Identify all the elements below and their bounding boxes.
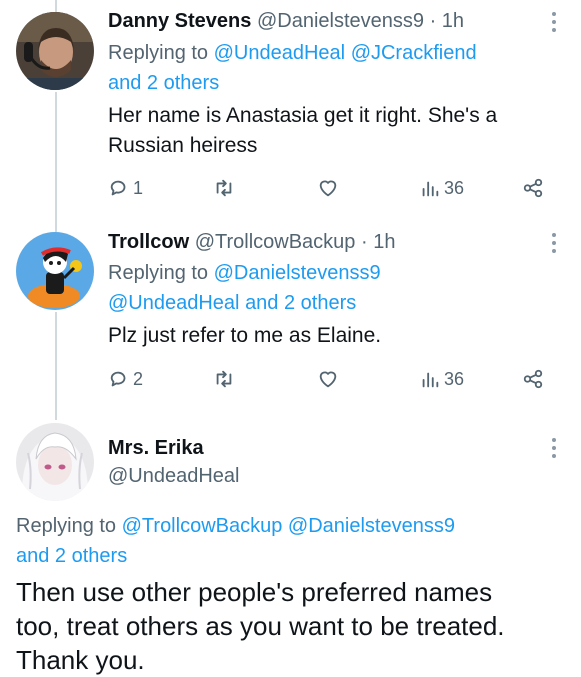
- replying-to: Replying to @TrollcowBackup @Danielsteve…: [16, 511, 566, 571]
- views-icon: [422, 181, 439, 197]
- like-icon: [319, 371, 337, 388]
- mention-link[interactable]: @Danielstevenss9: [288, 515, 455, 537]
- reply-button[interactable]: 2: [108, 365, 143, 393]
- tweet-text-line: Thank you.: [16, 645, 145, 675]
- like-button[interactable]: [316, 365, 340, 393]
- avatar[interactable]: [16, 232, 94, 310]
- replying-to-label: Replying to: [16, 515, 122, 537]
- mention-link[interactable]: @Danielstevenss9: [214, 262, 381, 284]
- mention-link[interactable]: @TrollcowBackup: [122, 515, 283, 537]
- retweet-icon: [216, 370, 232, 388]
- reply-count: 2: [133, 368, 144, 389]
- display-name[interactable]: Trollcow: [108, 231, 189, 253]
- share-icon: [523, 178, 543, 198]
- timestamp[interactable]: · 1h: [424, 10, 464, 32]
- replying-to-label: Replying to: [108, 42, 214, 64]
- mention-link[interactable]: @JCrackfiend: [351, 42, 477, 64]
- tweet-text: Then use other people's preferred names …: [16, 575, 576, 677]
- replying-to-label: Replying to: [108, 262, 214, 284]
- share-button[interactable]: [521, 365, 545, 393]
- avatar[interactable]: [16, 423, 94, 501]
- thread-line: [55, 0, 57, 12]
- reply-count: 1: [133, 177, 144, 198]
- tweet-header: Danny Stevens @Danielstevenss9 · 1h: [108, 8, 464, 34]
- tweet-actions: 2 36: [108, 365, 548, 393]
- retweet-button[interactable]: [212, 174, 236, 202]
- like-button[interactable]: [316, 174, 340, 202]
- share-icon: [523, 369, 543, 389]
- reply-icon: [110, 371, 126, 387]
- avatar[interactable]: [16, 12, 94, 90]
- avatar-image: [16, 12, 94, 90]
- reply-icon: [110, 180, 126, 196]
- tweet-text-line: Plz just refer to me as Elaine.: [108, 324, 382, 347]
- timestamp[interactable]: · 1h: [355, 231, 395, 253]
- tweet-text-line: Then use other people's preferred names: [16, 577, 493, 607]
- user-handle[interactable]: @UndeadHeal: [108, 462, 240, 490]
- others-link[interactable]: and 2 others: [245, 292, 356, 314]
- tweet-header: Trollcow @TrollcowBackup · 1h: [108, 229, 395, 255]
- views-icon: [422, 372, 439, 388]
- tweet-text: Plz just refer to me as Elaine.: [108, 321, 558, 351]
- mention-link[interactable]: @UndeadHeal: [214, 42, 346, 64]
- tweet-text-line: Her name is Anastasia get it right. She'…: [108, 104, 498, 127]
- thread-line: [55, 92, 57, 232]
- views-button[interactable]: 36: [419, 365, 464, 393]
- thread-line: [55, 312, 57, 420]
- retweet-icon: [216, 179, 232, 197]
- tweet-text-line: Russian heiress: [108, 134, 258, 157]
- tweet-header: Mrs. Erika @UndeadHeal: [108, 434, 240, 490]
- user-handle[interactable]: @Danielstevenss9: [257, 10, 424, 32]
- tweet-actions: 1 36: [108, 174, 548, 202]
- display-name[interactable]: Danny Stevens: [108, 10, 251, 32]
- retweet-button[interactable]: [212, 365, 236, 393]
- like-icon: [319, 180, 337, 197]
- replying-to: Replying to @Danielstevenss9 @UndeadHeal…: [108, 258, 548, 318]
- tweet-text: Her name is Anastasia get it right. She'…: [108, 101, 558, 161]
- views-count: 36: [444, 177, 465, 198]
- share-button[interactable]: [521, 174, 545, 202]
- tweet-text-line: too, treat others as you want to be trea…: [16, 611, 505, 641]
- more-icon[interactable]: [551, 233, 557, 253]
- views-button[interactable]: 36: [419, 174, 464, 202]
- reply-button[interactable]: 1: [108, 174, 143, 202]
- others-link[interactable]: and 2 others: [16, 545, 127, 567]
- mention-link[interactable]: @UndeadHeal: [108, 292, 240, 314]
- avatar-image: [16, 423, 94, 501]
- replying-to: Replying to @UndeadHeal @JCrackfiend and…: [108, 38, 548, 98]
- user-handle[interactable]: @TrollcowBackup: [195, 231, 356, 253]
- more-icon[interactable]: [551, 12, 557, 32]
- avatar-image: [16, 232, 94, 310]
- display-name[interactable]: Mrs. Erika: [108, 434, 240, 462]
- others-link[interactable]: and 2 others: [108, 72, 219, 94]
- more-icon[interactable]: [551, 438, 557, 458]
- views-count: 36: [444, 368, 465, 389]
